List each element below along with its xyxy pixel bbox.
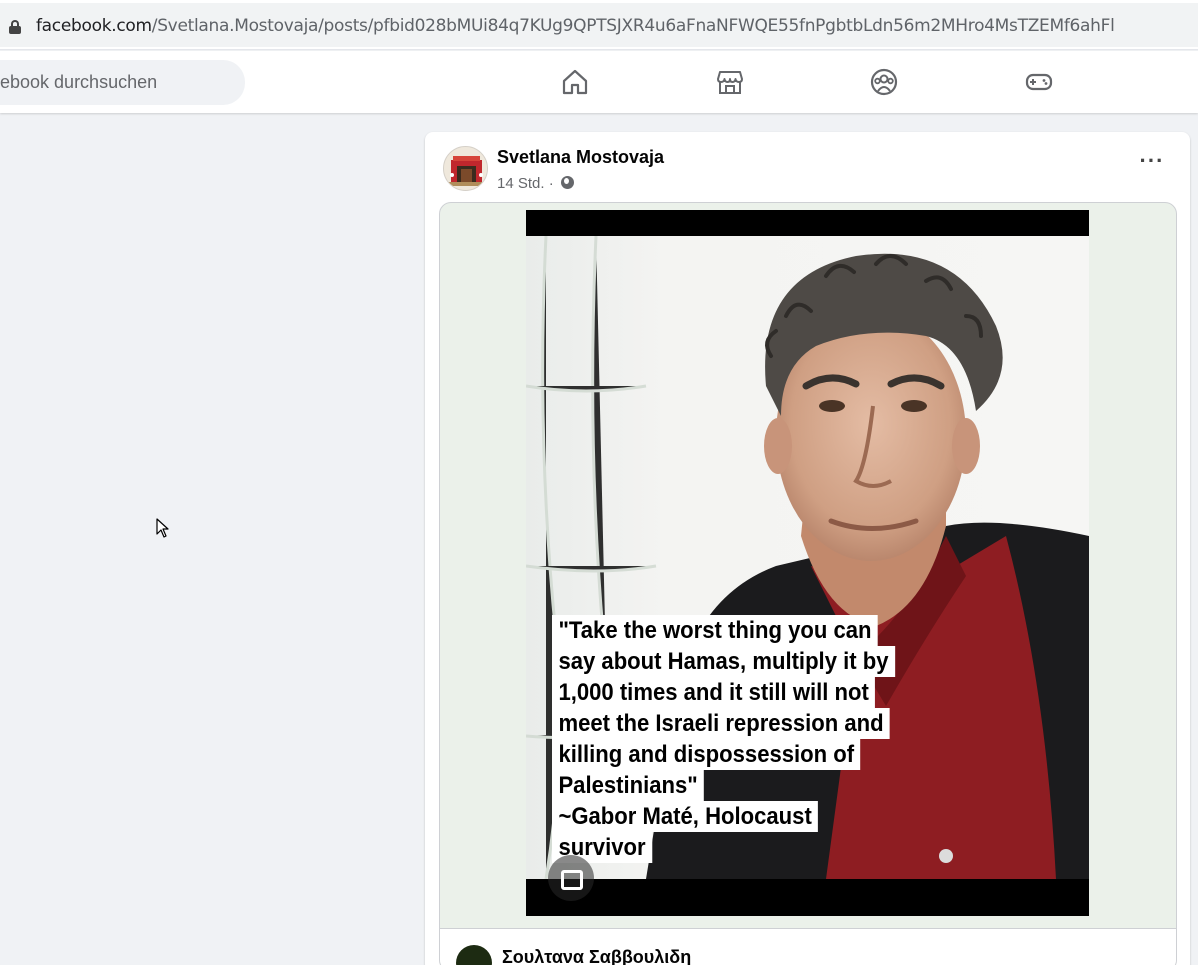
author-avatar[interactable] [443,146,488,191]
shared-author-avatar[interactable] [456,945,492,965]
marketplace-icon[interactable] [715,67,745,97]
groups-icon[interactable] [869,67,899,97]
facebook-top-nav: ebook durchsuchen [0,51,1198,113]
shared-author-name[interactable]: Σουλτανα Σαββουλιδη [502,947,691,965]
search-field[interactable]: ebook durchsuchen [0,60,245,105]
quote-line: 1,000 times and it still will not [552,677,876,708]
post-photo[interactable]: "Take the worst thing you can say about … [526,210,1089,916]
lock-icon[interactable] [9,20,21,34]
globe-icon [560,176,574,189]
quote-line: meet the Israeli repression and [552,708,891,739]
lens-search-icon[interactable] [548,855,594,901]
quote-line: say about Hamas, multiply it by [552,646,895,677]
gaming-icon[interactable] [1024,67,1054,97]
url-host: facebook.com [36,16,152,36]
more-options-button[interactable]: ··· [1137,150,1167,182]
post-author-name[interactable]: Svetlana Mostovaja [497,147,664,168]
browser-address-bar: facebook.com/Svetlana.Mostovaja/posts/pf… [0,0,1198,50]
image-quote-overlay: "Take the worst thing you can say about … [552,615,952,863]
post-timestamp[interactable]: 14 Std. · [497,175,554,192]
quote-line: killing and dispossession of [552,739,861,770]
url-text[interactable]: facebook.com/Svetlana.Mostovaja/posts/pf… [36,15,1115,37]
post-card: Svetlana Mostovaja 14 Std. · ··· "Take t… [425,132,1190,965]
url-field[interactable]: facebook.com/Svetlana.Mostovaja/posts/pf… [0,3,1198,47]
mouse-cursor-icon [156,518,169,538]
post-meta: 14 Std. · [497,175,574,192]
search-placeholder: ebook durchsuchen [0,72,158,92]
quote-line: "Take the worst thing you can [552,615,878,646]
quote-line: Palestinians" [552,770,705,801]
home-icon[interactable] [560,67,590,97]
shared-post-header: Σουλτανα Σαββουλιδη [440,928,1176,965]
shared-post-attachment[interactable]: "Take the worst thing you can say about … [439,202,1177,965]
url-path: /Svetlana.Mostovaja/posts/pfbid028bMUi84… [151,16,1115,36]
quote-line: ~Gabor Maté, Holocaust [552,801,819,832]
